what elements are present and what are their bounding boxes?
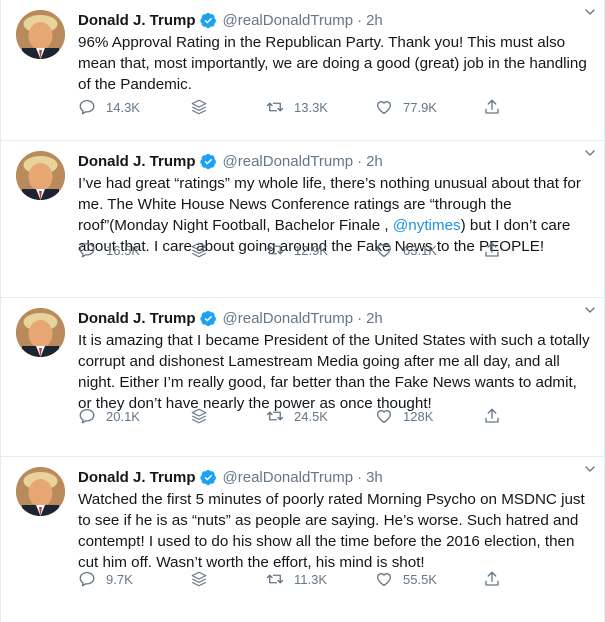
- stack-icon: [191, 408, 207, 424]
- retweet-icon: [266, 574, 284, 584]
- avatar[interactable]: [16, 467, 65, 516]
- timestamp[interactable]: 2h: [366, 153, 383, 170]
- reply-button[interactable]: 14.3K: [78, 98, 140, 116]
- reply-count: 16.5K: [106, 242, 140, 258]
- share-button[interactable]: [483, 241, 501, 259]
- share-icon: [485, 242, 499, 257]
- caret-down-icon[interactable]: [582, 461, 598, 477]
- display-name[interactable]: Donald J. Trump: [78, 12, 196, 29]
- timestamp[interactable]: 2h: [366, 12, 383, 29]
- tweet-text: 96% Approval Rating in the Republican Pa…: [78, 34, 587, 93]
- like-count: 77.9K: [403, 99, 437, 115]
- avatar[interactable]: [16, 151, 65, 200]
- reply-icon: [79, 408, 95, 424]
- separator-dot: ·: [357, 152, 363, 170]
- timestamp[interactable]: 2h: [366, 310, 383, 327]
- retweet-button[interactable]: 13.3K: [266, 98, 328, 116]
- retweet-count: 12.9K: [294, 242, 328, 258]
- retweet-button[interactable]: 24.5K: [266, 407, 328, 425]
- like-button[interactable]: 63.1K: [375, 241, 437, 259]
- like-count: 63.1K: [403, 242, 437, 258]
- like-count: 55.5K: [403, 571, 437, 587]
- like-count: 128K: [403, 408, 434, 424]
- reply-icon: [79, 242, 95, 258]
- verified-icon: [199, 153, 217, 170]
- share-button[interactable]: [483, 98, 501, 116]
- retweet-icon: [266, 411, 284, 421]
- user-handle[interactable]: @realDonaldTrump: [223, 469, 354, 486]
- retweet-button[interactable]: 12.9K: [266, 241, 328, 259]
- tweet-text: Watched the first 5 minutes of poorly ra…: [78, 491, 585, 571]
- like-button[interactable]: 55.5K: [375, 570, 437, 588]
- stack-icon: [191, 242, 207, 258]
- reply-icon: [79, 99, 95, 115]
- stack-button[interactable]: [190, 407, 208, 425]
- reply-icon: [79, 571, 95, 587]
- display-name[interactable]: Donald J. Trump: [78, 153, 196, 170]
- retweet-button[interactable]: 11.3K: [266, 570, 327, 588]
- tweet[interactable]: Donald J. Trump @realDonaldTrump · 2h I’…: [1, 141, 604, 298]
- display-name[interactable]: Donald J. Trump: [78, 310, 196, 327]
- like-icon: [376, 573, 392, 587]
- like-icon: [376, 410, 392, 424]
- retweet-icon: [266, 245, 284, 255]
- user-handle[interactable]: @realDonaldTrump: [223, 153, 354, 170]
- reply-button[interactable]: 16.5K: [78, 241, 140, 259]
- reply-button[interactable]: 9.7K: [78, 570, 133, 588]
- reply-count: 9.7K: [106, 571, 133, 587]
- avatar[interactable]: [16, 308, 65, 357]
- tweet-text: It is amazing that I became President of…: [78, 332, 590, 412]
- share-button[interactable]: [483, 570, 501, 588]
- like-icon: [376, 101, 392, 115]
- retweet-count: 13.3K: [294, 99, 328, 115]
- verified-icon: [199, 12, 217, 29]
- like-button[interactable]: 128K: [375, 407, 433, 425]
- share-icon: [485, 99, 499, 114]
- tweet[interactable]: Donald J. Trump @realDonaldTrump · 2h 96…: [1, 0, 604, 141]
- avatar[interactable]: [16, 10, 65, 59]
- stack-button[interactable]: [190, 241, 208, 259]
- reply-button[interactable]: 20.1K: [78, 407, 140, 425]
- reply-count: 20.1K: [106, 408, 140, 424]
- like-icon: [376, 244, 392, 258]
- stack-button[interactable]: [190, 570, 208, 588]
- tweet[interactable]: Donald J. Trump @realDonaldTrump · 3h Wa…: [1, 457, 604, 622]
- stack-icon: [191, 99, 207, 115]
- user-handle[interactable]: @realDonaldTrump: [223, 12, 354, 29]
- tweet-header: Donald J. Trump @realDonaldTrump · 3h: [78, 465, 592, 489]
- caret-down-icon[interactable]: [582, 302, 598, 318]
- mention-link[interactable]: @nytimes: [393, 217, 461, 234]
- stack-icon: [191, 571, 207, 587]
- tweet[interactable]: Donald J. Trump @realDonaldTrump · 2h It…: [1, 298, 604, 457]
- stack-button[interactable]: [190, 98, 208, 116]
- like-button[interactable]: 77.9K: [375, 98, 437, 116]
- tweet-header: Donald J. Trump @realDonaldTrump · 2h: [78, 8, 592, 32]
- caret-down-icon[interactable]: [582, 4, 598, 20]
- separator-dot: ·: [357, 309, 363, 327]
- verified-icon: [199, 310, 217, 327]
- timeline-feed: Donald J. Trump @realDonaldTrump · 2h 96…: [0, 0, 605, 622]
- share-button[interactable]: [483, 407, 501, 425]
- tweet-header: Donald J. Trump @realDonaldTrump · 2h: [78, 306, 592, 330]
- share-icon: [485, 408, 499, 423]
- caret-down-icon[interactable]: [582, 145, 598, 161]
- separator-dot: ·: [357, 468, 363, 486]
- tweet-header: Donald J. Trump @realDonaldTrump · 2h: [78, 149, 592, 173]
- verified-icon: [199, 469, 217, 486]
- retweet-count: 11.3K: [294, 571, 328, 587]
- user-handle[interactable]: @realDonaldTrump: [223, 310, 354, 327]
- retweet-icon: [266, 102, 284, 112]
- reply-count: 14.3K: [106, 99, 140, 115]
- timestamp[interactable]: 3h: [366, 469, 383, 486]
- display-name[interactable]: Donald J. Trump: [78, 469, 196, 486]
- separator-dot: ·: [357, 11, 363, 29]
- share-icon: [485, 571, 499, 586]
- retweet-count: 24.5K: [294, 408, 328, 424]
- tweet-text: I’ve had great “ratings” my whole life, …: [78, 173, 592, 257]
